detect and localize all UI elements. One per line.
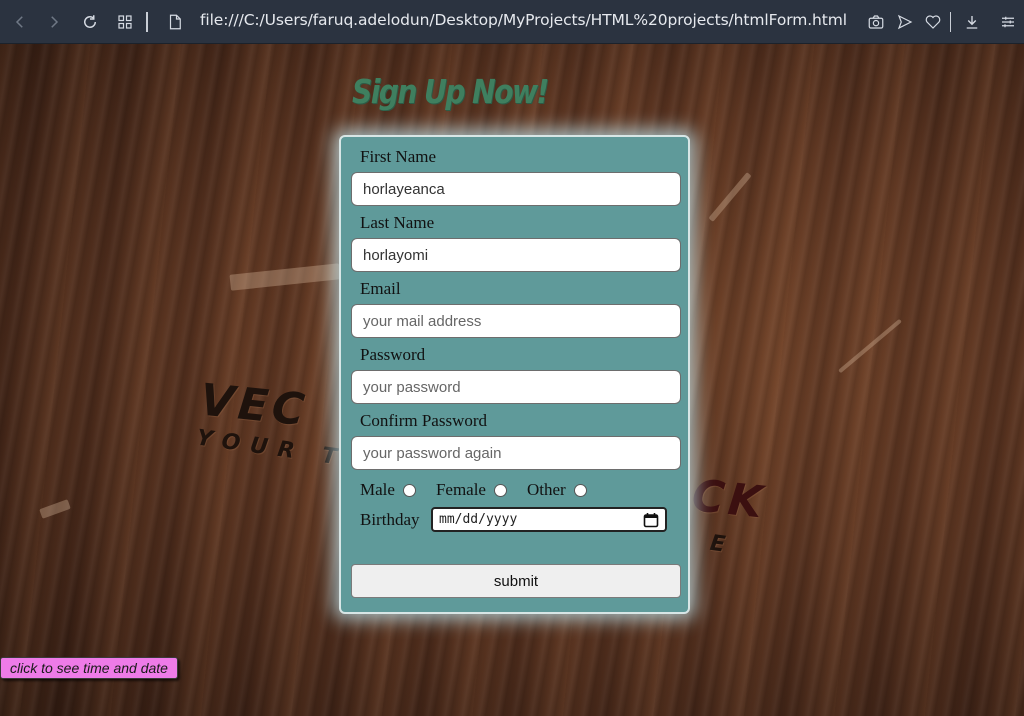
gender-option-label-male: Male: [360, 480, 395, 499]
gender-radio-group: Male Female Other: [360, 480, 607, 500]
gender-radio-male[interactable]: [402, 483, 416, 497]
email-input[interactable]: [351, 304, 681, 338]
email-label: Email: [360, 279, 401, 298]
address-bar[interactable]: file:///C:/Users/faruq.adelodun/Desktop/…: [200, 11, 847, 29]
send-icon[interactable]: [893, 10, 917, 34]
page-icon: [163, 10, 187, 34]
time-date-button[interactable]: click to see time and date: [0, 657, 178, 679]
date-placeholder: mm/dd/yyyy: [439, 512, 518, 527]
password-input[interactable]: [351, 370, 681, 404]
wood-scratch: [229, 263, 341, 291]
forward-icon[interactable]: [42, 10, 66, 34]
heart-icon[interactable]: [921, 10, 945, 34]
last-name-label: Last Name: [360, 213, 435, 232]
confirm-password-label: Confirm Password: [360, 411, 488, 430]
gender-option-label-female: Female: [435, 480, 486, 499]
toolbar-separator: [950, 12, 951, 32]
gender-radio-female[interactable]: [493, 483, 507, 497]
confirm-password-input[interactable]: [351, 436, 681, 470]
birthday-label: Birthday: [360, 510, 420, 529]
first-name-label: First Name: [360, 147, 437, 166]
wood-scratch: [838, 318, 902, 374]
toolbar-separator: [146, 12, 148, 32]
birthday-date-input[interactable]: mm/dd/yyyy: [431, 507, 667, 532]
camera-icon[interactable]: [864, 10, 888, 34]
download-icon[interactable]: [960, 10, 984, 34]
first-name-input[interactable]: [351, 172, 681, 206]
reload-icon[interactable]: [78, 10, 102, 34]
gender-option-label-other: Other: [526, 480, 566, 499]
wood-scratch: [708, 172, 752, 222]
calendar-icon[interactable]: [643, 512, 659, 528]
browser-toolbar: file:///C:/Users/faruq.adelodun/Desktop/…: [0, 0, 1024, 44]
page-title: Sign Up Now!: [352, 72, 549, 111]
back-icon[interactable]: [8, 10, 32, 34]
gender-radio-other[interactable]: [573, 483, 587, 497]
signup-form: First Name Last Name Email Password Conf…: [339, 135, 690, 614]
last-name-input[interactable]: [351, 238, 681, 272]
wood-scratch: [39, 499, 71, 519]
background-logo-fragment: CK: [689, 470, 769, 529]
page-background: VEC YOUR T CK E Sign Up Now! First Name …: [0, 44, 1024, 716]
background-logo-fragment-2: E: [708, 530, 731, 559]
submit-button[interactable]: submit: [351, 564, 681, 598]
password-label: Password: [360, 345, 426, 364]
grid-icon[interactable]: [113, 10, 137, 34]
settings-icon[interactable]: [996, 10, 1020, 34]
